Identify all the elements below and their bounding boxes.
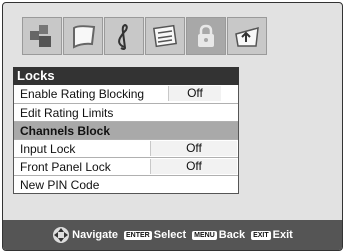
setup-icon <box>152 24 178 48</box>
tab-locks[interactable] <box>186 17 226 55</box>
tv-menu-screen: Locks Enable Rating Blocking Off Edit Ra… <box>2 2 343 251</box>
menu-icon-bar <box>22 17 267 57</box>
menu-item-label: Front Panel Lock <box>20 160 111 174</box>
menu-key-icon: MENU <box>192 230 217 240</box>
menu-item-value[interactable]: Off <box>150 141 237 156</box>
menu-item-input-lock[interactable]: Input Lock Off <box>14 139 238 157</box>
screen-icon <box>73 25 96 49</box>
audio-icon <box>118 23 128 50</box>
navigate-hint: Navigate <box>52 226 118 244</box>
menu-item-label: Input Lock <box>20 142 76 156</box>
menu-item-value[interactable]: Off <box>150 159 237 174</box>
select-hint: ENTER Select <box>124 229 187 241</box>
menu-item-label: Enable Rating Blocking <box>20 87 145 101</box>
menu-item-channels-block[interactable]: Channels Block <box>14 121 238 139</box>
menu-item-label: New PIN Code <box>20 178 100 192</box>
menu-item-new-pin-code[interactable]: New PIN Code <box>14 175 238 193</box>
menu-item-enable-rating-blocking[interactable]: Enable Rating Blocking Off <box>14 85 238 103</box>
tab-setup[interactable] <box>145 17 185 55</box>
tab-screen[interactable] <box>63 17 103 55</box>
exit-hint: EXIT Exit <box>251 229 293 241</box>
menu-item-front-panel-lock[interactable]: Front Panel Lock Off <box>14 157 238 175</box>
menu-item-label: Channels Block <box>20 124 111 138</box>
lock-icon <box>198 24 214 47</box>
tab-audio[interactable] <box>104 17 144 55</box>
panel-title: Locks <box>13 67 239 85</box>
navigate-arrows-icon <box>53 227 70 243</box>
tab-picture[interactable] <box>22 17 62 55</box>
applications-icon <box>235 26 259 47</box>
picture-icon <box>30 25 51 47</box>
tab-applications[interactable] <box>227 17 267 55</box>
menu-item-value[interactable]: Off <box>168 86 221 101</box>
menu-item-edit-rating-limits[interactable]: Edit Rating Limits <box>14 103 238 121</box>
locks-panel: Locks Enable Rating Blocking Off Edit Ra… <box>13 67 239 194</box>
menu-item-label: Edit Rating Limits <box>20 106 114 120</box>
locks-menu: Enable Rating Blocking Off Edit Rating L… <box>13 85 239 194</box>
back-hint: MENU Back <box>192 229 246 241</box>
button-guide-bar: Navigate ENTER Select MENU Back EXIT Exit <box>3 220 342 250</box>
enter-key-icon: ENTER <box>124 230 152 240</box>
exit-key-icon: EXIT <box>251 230 271 240</box>
